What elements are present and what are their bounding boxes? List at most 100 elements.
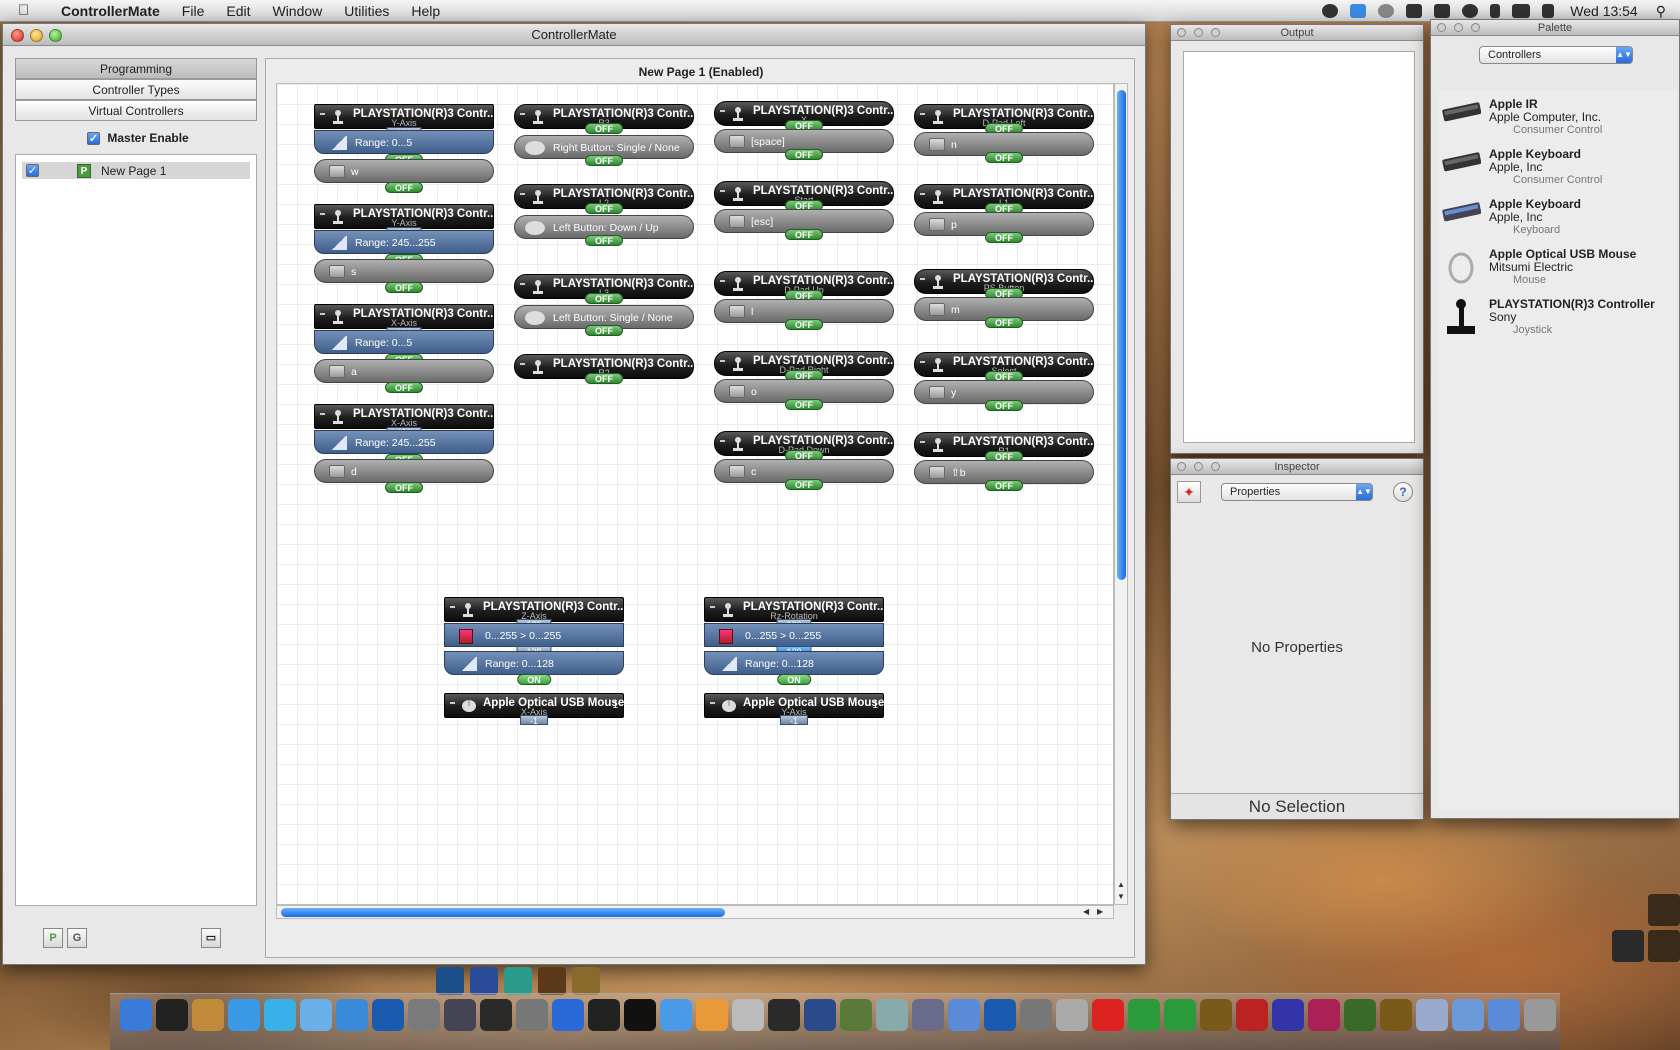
display-icon[interactable] [1406, 4, 1423, 18]
tab-programming[interactable]: Programming [15, 58, 257, 79]
app-icon[interactable] [660, 999, 692, 1031]
add-group-button[interactable]: G [67, 928, 87, 948]
horizontal-scroll-thumb[interactable] [281, 908, 725, 917]
app-icon[interactable] [192, 999, 224, 1031]
app-icon[interactable] [804, 999, 836, 1031]
axis-node[interactable]: PLAYSTATION(R)3 Contr...X-Axis131Range: … [314, 304, 497, 393]
app-icon[interactable] [336, 999, 368, 1031]
app-icon[interactable] [696, 999, 728, 1031]
minimize-icon[interactable] [1194, 462, 1203, 471]
node-header[interactable]: PLAYSTATION(R)3 Contr... X-Axis [314, 404, 497, 429]
menu-edit[interactable]: Edit [215, 0, 261, 22]
button-node[interactable]: PLAYSTATION(R)3 Contr...R2OFF [514, 354, 697, 384]
app-icon[interactable] [1236, 999, 1268, 1031]
list-item[interactable]: Apple Keyboard Apple, Inc Consumer Control [1437, 140, 1677, 190]
list-item[interactable]: ✓ P New Page 1 [22, 162, 250, 179]
scroll-left-icon[interactable]: ◀ [1083, 907, 1089, 916]
add-page-button[interactable]: P [43, 928, 63, 948]
button-node[interactable]: PLAYSTATION(R)3 Contr...D-Pad LeftOFFnOF… [914, 104, 1097, 163]
scroll-right-icon[interactable]: ▶ [1097, 907, 1103, 916]
tab-virtual-controllers[interactable]: Virtual Controllers [15, 100, 257, 121]
app-icon[interactable] [912, 999, 944, 1031]
collapse-icon[interactable] [520, 193, 525, 195]
zoom-icon[interactable] [49, 29, 62, 42]
app-icon[interactable] [1344, 999, 1376, 1031]
master-enable-checkbox[interactable]: ✓ [87, 132, 100, 146]
zoom-icon[interactable] [1211, 462, 1220, 471]
app-icon[interactable] [228, 999, 260, 1031]
collapse-icon[interactable] [450, 606, 455, 608]
collapse-icon[interactable] [920, 113, 925, 115]
app-icon[interactable] [1524, 999, 1556, 1031]
collapse-icon[interactable] [920, 441, 925, 443]
inspector-mode-select[interactable]: Properties ▲▼ [1221, 483, 1373, 501]
button-node[interactable]: PLAYSTATION(R)3 Contr...XOFF[space]OFF [714, 101, 897, 160]
app-icon[interactable] [480, 999, 512, 1031]
app-icon[interactable] [1416, 999, 1448, 1031]
mouse-output-node[interactable]: Apple Optical USB Mouse X-Axis 1 -1 [444, 693, 624, 726]
output-title-bar[interactable]: Output [1171, 25, 1423, 41]
dropbox-icon[interactable] [1350, 4, 1367, 18]
close-icon[interactable] [1177, 28, 1186, 37]
app-icon[interactable] [572, 967, 600, 995]
collapse-icon[interactable] [720, 190, 725, 192]
horizontal-scrollbar[interactable]: ◀ ▶ [276, 905, 1114, 919]
app-icon[interactable] [444, 999, 476, 1031]
spotlight-icon[interactable]: ⚲ [1656, 3, 1666, 20]
volume-icon[interactable] [1542, 4, 1555, 18]
palette-category-select[interactable]: Controllers ▲▼ [1479, 46, 1633, 64]
app-icon[interactable] [1612, 930, 1644, 962]
collapse-icon[interactable] [320, 113, 325, 115]
collapse-icon[interactable] [710, 702, 715, 704]
app-icon[interactable] [1380, 999, 1412, 1031]
app-icon[interactable] [1056, 999, 1088, 1031]
output-log[interactable] [1183, 51, 1415, 443]
button-node[interactable]: PLAYSTATION(R)3 Contr...D-Pad DownOFFcOF… [714, 431, 897, 490]
app-icon[interactable] [1092, 999, 1124, 1031]
vertical-scroll-thumb[interactable] [1117, 90, 1126, 580]
key-row[interactable]: w [314, 159, 494, 183]
button-node[interactable]: PLAYSTATION(R)3 Contr...PS ButtonOFFmOFF [914, 269, 1097, 328]
app-icon[interactable] [300, 999, 332, 1031]
app-icon[interactable] [624, 999, 656, 1031]
minimize-icon[interactable] [1194, 28, 1203, 37]
collapse-icon[interactable] [520, 363, 525, 365]
collapse-icon[interactable] [320, 413, 325, 415]
button-node[interactable]: PLAYSTATION(R)3 Contr...StartOFF[esc]OFF [714, 181, 897, 240]
axis-node[interactable]: PLAYSTATION(R)3 Contr...Y-Axis130Range: … [314, 204, 497, 293]
map-row[interactable]: 0...255 > 0...255 [444, 623, 624, 647]
menu-help[interactable]: Help [400, 0, 451, 22]
close-icon[interactable] [1437, 23, 1446, 32]
master-enable[interactable]: ✓ Master Enable [87, 131, 257, 146]
key-row[interactable]: a [314, 359, 494, 383]
app-icon[interactable] [1020, 999, 1052, 1031]
app-icon[interactable] [1308, 999, 1340, 1031]
collapse-icon[interactable] [320, 213, 325, 215]
key-row[interactable]: d [314, 459, 494, 483]
controller-list[interactable]: Apple IR Apple Computer, Inc. Consumer Con… [1437, 90, 1677, 810]
collapse-icon[interactable] [920, 361, 925, 363]
app-icon[interactable] [948, 999, 980, 1031]
menu-utilities[interactable]: Utilities [333, 0, 400, 22]
bluetooth-icon[interactable] [1490, 4, 1501, 18]
collapse-icon[interactable] [920, 193, 925, 195]
collapse-icon[interactable] [320, 313, 325, 315]
chat-icon[interactable] [1378, 4, 1395, 18]
status-item-icon[interactable] [1322, 4, 1339, 18]
app-icon[interactable] [1648, 930, 1680, 962]
app-icon[interactable] [876, 999, 908, 1031]
button-node[interactable]: PLAYSTATION(R)3 Contr...R1OFF⇧bOFF [914, 432, 1097, 491]
button-node[interactable]: PLAYSTATION(R)3 Contr...R3OFFRight Butto… [514, 104, 697, 166]
close-icon[interactable] [11, 29, 24, 42]
app-icon[interactable] [1272, 999, 1304, 1031]
scroll-up-icon[interactable]: ▲ [1117, 880, 1125, 889]
app-icon[interactable] [156, 999, 188, 1031]
scroll-down-icon[interactable]: ▼ [1117, 892, 1125, 901]
collapse-icon[interactable] [720, 110, 725, 112]
list-item[interactable]: Apple Optical USB Mouse Mitsumi Electric M… [1437, 240, 1677, 290]
pin-button[interactable]: ✦ [1177, 481, 1201, 503]
zoom-icon[interactable] [1211, 28, 1220, 37]
app-icon[interactable] [436, 967, 464, 995]
node-header[interactable]: PLAYSTATION(R)3 Contr... X-Axis [314, 304, 497, 329]
app-icon[interactable] [1164, 999, 1196, 1031]
